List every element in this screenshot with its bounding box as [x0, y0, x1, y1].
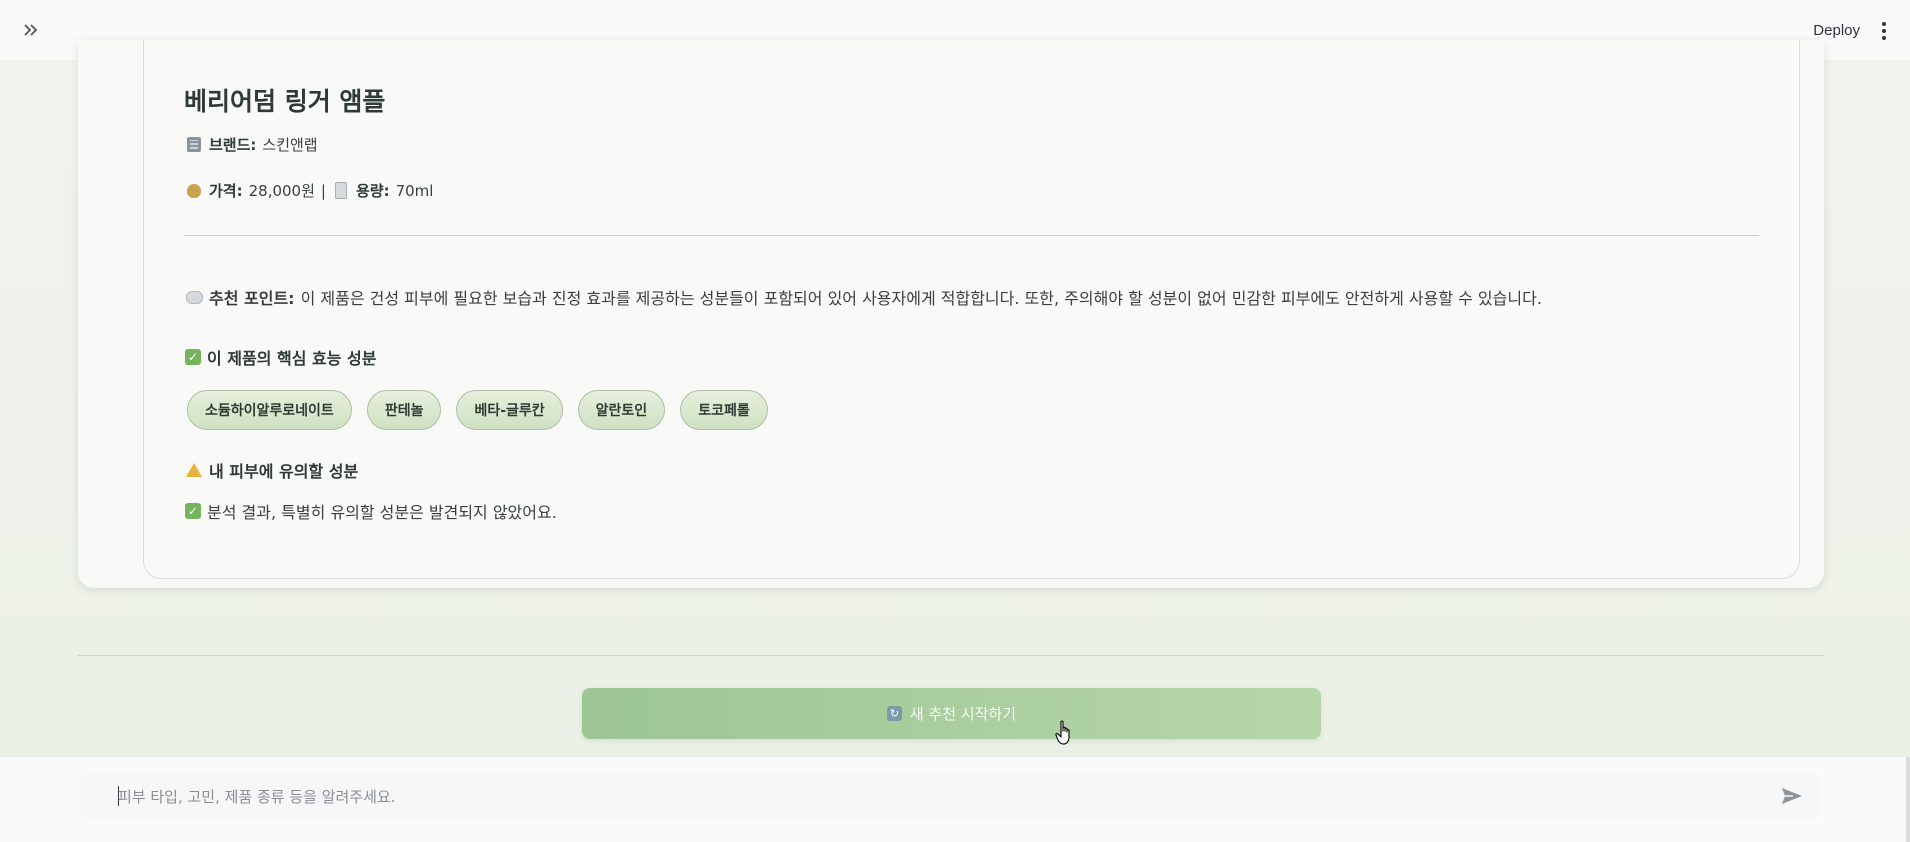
key-ingredients-title: ✓ 이 제품의 핵심 효능 성분 — [185, 345, 376, 369]
ingredient-chips: 소듐하이알루로네이트 판테놀 베타-글루칸 알란토인 토코페롤 — [187, 390, 768, 430]
text-caret — [118, 786, 119, 806]
ingredient-chip: 소듐하이알루로네이트 — [187, 390, 352, 430]
main-menu-button[interactable] — [1876, 18, 1892, 44]
ingredient-chip: 베타-글루칸 — [456, 390, 563, 430]
caution-title-text: 내 피부에 유의할 성분 — [209, 462, 359, 481]
chat-bar — [0, 757, 1910, 842]
recommendation-text: 이 제품은 건성 피부에 필요한 보습과 진정 효과를 제공하는 성분들이 포함… — [300, 289, 1542, 308]
ingredient-chip: 토코페롤 — [680, 390, 768, 430]
caution-result-text: 분석 결과, 특별히 유의할 성분은 발견되지 않았어요. — [207, 503, 557, 522]
volume-label: 용량: — [355, 182, 390, 200]
warning-icon — [185, 461, 203, 479]
menu-dot — [1882, 29, 1886, 33]
new-recommendation-label: 새 추천 시작하기 — [909, 705, 1017, 723]
menu-dot — [1882, 22, 1886, 26]
price-value: 28,000원 — [248, 182, 315, 200]
money-bag-icon — [185, 182, 203, 200]
speech-bubble-icon — [185, 288, 203, 306]
key-ingredients-title-text: 이 제품의 핵심 효능 성분 — [207, 349, 377, 368]
brand-label: 브랜드: — [209, 136, 257, 154]
brand-line: 브랜드: 스킨앤랩 — [185, 134, 318, 155]
check-icon: ✓ — [185, 503, 201, 519]
scrollbar[interactable] — [1906, 757, 1910, 842]
double-chevron-right-icon — [24, 24, 38, 36]
product-name: 베리어덤 링거 앰플 — [184, 87, 386, 116]
caution-title: 내 피부에 유의할 성분 — [185, 458, 358, 482]
caution-result: ✓ 분석 결과, 특별히 유의할 성분은 발견되지 않았어요. — [185, 499, 557, 523]
ingredient-chip: 알란토인 — [577, 390, 666, 430]
building-icon — [185, 136, 203, 154]
recommendation-label: 추천 포인트: — [209, 289, 295, 308]
chat-input[interactable] — [116, 778, 1720, 816]
check-icon: ✓ — [185, 349, 201, 365]
brand-value: 스킨앤랩 — [262, 136, 318, 154]
price-label: 가격: — [209, 182, 243, 200]
send-icon[interactable] — [1780, 785, 1804, 807]
separator: | — [320, 181, 326, 200]
bottle-icon — [332, 182, 350, 200]
divider — [78, 655, 1824, 656]
menu-dot — [1882, 36, 1886, 40]
expand-sidebar-button[interactable] — [18, 17, 44, 43]
divider — [184, 235, 1759, 236]
price-volume-line: 가격: 28,000원 | 용량: 70ml — [185, 180, 433, 201]
volume-value: 70ml — [395, 181, 434, 200]
new-recommendation-button[interactable]: ↻ 새 추천 시작하기 — [582, 688, 1321, 739]
chat-input-container — [80, 774, 1822, 818]
hand-pointer-icon — [1055, 720, 1070, 745]
refresh-icon: ↻ — [886, 706, 902, 721]
ingredient-chip: 판테놀 — [366, 390, 442, 430]
recommendation-point: 추천 포인트: 이 제품은 건성 피부에 필요한 보습과 진정 효과를 제공하는… — [185, 285, 1542, 309]
